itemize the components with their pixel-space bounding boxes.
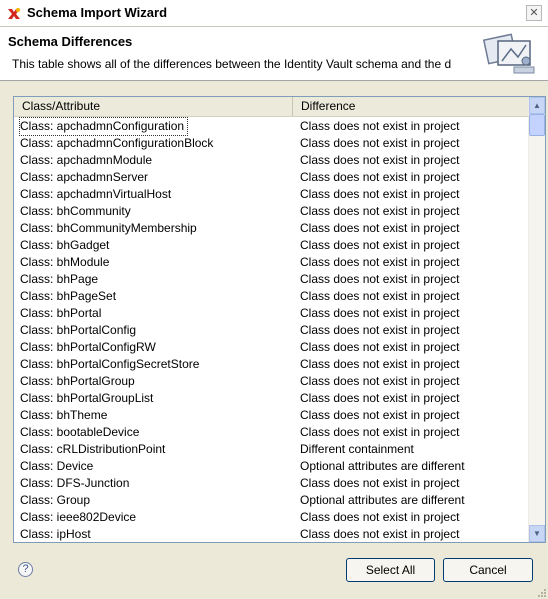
- class-attribute-cell: Class: apchadmnServer: [20, 170, 149, 184]
- difference-cell: Class does not exist in project: [300, 289, 460, 303]
- class-attribute-cell: Class: bhModule: [20, 255, 110, 269]
- close-icon[interactable]: ✕: [526, 5, 542, 21]
- difference-cell: Class does not exist in project: [300, 357, 460, 371]
- column-header-class-attribute[interactable]: Class/Attribute: [14, 97, 293, 116]
- difference-cell: Class does not exist in project: [300, 527, 460, 541]
- class-attribute-cell: Class: bhPageSet: [20, 289, 117, 303]
- class-attribute-cell: Class: cRLDistributionPoint: [20, 442, 166, 456]
- class-attribute-cell: Class: ieee802Device: [20, 510, 137, 524]
- differences-table[interactable]: Class/Attribute Difference Class: apchad…: [13, 96, 546, 543]
- table-row[interactable]: Class: Group Optional attributes are diff…: [14, 492, 528, 509]
- class-attribute-cell: Class: bhPortalConfigSecretStore: [20, 357, 200, 371]
- class-attribute-cell: Class: apchadmnModule: [20, 153, 153, 167]
- difference-cell: Class does not exist in project: [300, 425, 460, 439]
- table-row[interactable]: Class: bhPortalConfigRW Class does not ex…: [14, 339, 528, 356]
- scrollbar-thumb[interactable]: [529, 114, 545, 136]
- table-row[interactable]: Class: bhGadget Class does not exist in p…: [14, 237, 528, 254]
- table-row[interactable]: Class: ipHost Class does not exist in pro…: [14, 526, 528, 542]
- difference-cell: Class does not exist in project: [300, 476, 460, 490]
- cancel-button[interactable]: Cancel: [443, 558, 533, 582]
- class-attribute-cell: Class: apchadmnConfiguration: [18, 117, 189, 136]
- table-row[interactable]: Class: bhPortalConfig Class does not exis…: [14, 322, 528, 339]
- table-header: Class/Attribute Difference: [14, 97, 528, 117]
- difference-cell: Class does not exist in project: [300, 170, 460, 184]
- class-attribute-cell: Class: bootableDevice: [20, 425, 140, 439]
- class-attribute-cell: Class: ipHost: [20, 527, 91, 541]
- table-row[interactable]: Class: Device Optional attributes are dif…: [14, 458, 528, 475]
- table-row[interactable]: Class: apchadmnServer Class does not exis…: [14, 169, 528, 186]
- class-attribute-cell: Class: apchadmnVirtualHost: [20, 187, 172, 201]
- class-attribute-cell: Class: bhPortal: [20, 306, 102, 320]
- difference-cell: Class does not exist in project: [300, 391, 460, 405]
- class-attribute-cell: Class: bhCommunityMembership: [20, 221, 197, 235]
- table-row[interactable]: Class: bhTheme Class does not exist in pr…: [14, 407, 528, 424]
- help-icon[interactable]: ?: [18, 562, 33, 577]
- scroll-up-icon[interactable]: ▲: [529, 97, 545, 114]
- table-row[interactable]: Class: bhPortal Class does not exist in p…: [14, 305, 528, 322]
- difference-cell: Class does not exist in project: [300, 408, 460, 422]
- class-attribute-cell: Class: bhTheme: [20, 408, 108, 422]
- table-row[interactable]: Class: apchadmnVirtualHost Class does not…: [14, 186, 528, 203]
- table-row[interactable]: Class: apchadmnConfigurationBlock Class d…: [14, 135, 528, 152]
- scroll-down-icon[interactable]: ▼: [529, 525, 545, 542]
- difference-cell: Class does not exist in project: [300, 340, 460, 354]
- difference-cell: Class does not exist in project: [300, 306, 460, 320]
- class-attribute-cell: Class: bhGadget: [20, 238, 110, 252]
- class-attribute-cell: Class: Device: [20, 459, 94, 473]
- table-row[interactable]: Class: bhPage Class does not exist in pro…: [14, 271, 528, 288]
- table-row[interactable]: Class: ieee802Device Class does not exist…: [14, 509, 528, 526]
- column-header-difference[interactable]: Difference: [293, 97, 528, 116]
- page-description: This table shows all of the differences …: [12, 57, 452, 71]
- difference-cell: Class does not exist in project: [300, 272, 460, 286]
- wizard-app-icon: [8, 8, 20, 19]
- difference-cell: Class does not exist in project: [300, 204, 460, 218]
- table-row[interactable]: Class: bhCommunityMembership Class does n…: [14, 220, 528, 237]
- table-row[interactable]: Class: bhPortalConfigSecretStore Class do…: [14, 356, 528, 373]
- window-title: Schema Import Wizard: [27, 5, 168, 20]
- table-body: Class: apchadmnConfiguration Class does n…: [14, 117, 528, 542]
- table-row[interactable]: Class: cRLDistributionPoint Different con…: [14, 441, 528, 458]
- table-row[interactable]: Class: DFS-Junction Class does not exist …: [14, 475, 528, 492]
- table-row[interactable]: Class: bhPortalGroup Class does not exist…: [14, 373, 528, 390]
- class-attribute-cell: Class: bhPortalGroup: [20, 374, 135, 388]
- table-row[interactable]: Class: bhPortalGroupList Class does not e…: [14, 390, 528, 407]
- difference-cell: Class does not exist in project: [300, 187, 460, 201]
- select-all-button[interactable]: Select All: [346, 558, 435, 582]
- difference-cell: Class does not exist in project: [300, 153, 460, 167]
- table-row[interactable]: Class: bhPageSet Class does not exist in …: [14, 288, 528, 305]
- difference-cell: Class does not exist in project: [300, 255, 460, 269]
- table-row[interactable]: Class: bhModule Class does not exist in p…: [14, 254, 528, 271]
- class-attribute-cell: Class: Group: [20, 493, 91, 507]
- difference-cell: Class does not exist in project: [300, 119, 460, 133]
- class-attribute-cell: Class: apchadmnConfigurationBlock: [20, 136, 214, 150]
- schema-wizard-banner-icon: [482, 33, 535, 74]
- difference-cell: Class does not exist in project: [300, 136, 460, 150]
- difference-cell: Class does not exist in project: [300, 374, 460, 388]
- resize-grip-icon[interactable]: [536, 587, 546, 597]
- difference-cell: Optional attributes are different: [300, 459, 465, 473]
- class-attribute-cell: Class: bhPortalConfigRW: [20, 340, 156, 354]
- vertical-scrollbar[interactable]: ▲ ▼: [528, 97, 545, 542]
- difference-cell: Class does not exist in project: [300, 238, 460, 252]
- difference-cell: Class does not exist in project: [300, 510, 460, 524]
- class-attribute-cell: Class: bhPortalConfig: [20, 323, 137, 337]
- difference-cell: Class does not exist in project: [300, 221, 460, 235]
- class-attribute-cell: Class: bhPortalGroupList: [20, 391, 154, 405]
- difference-cell: Different containment: [300, 442, 414, 456]
- table-row[interactable]: Class: apchadmnConfiguration Class does n…: [14, 117, 528, 136]
- class-attribute-cell: Class: bhPage: [20, 272, 99, 286]
- wizard-header: Schema Differences This table shows all …: [0, 27, 548, 81]
- table-row[interactable]: Class: bhCommunity Class does not exist i…: [14, 203, 528, 220]
- difference-cell: Class does not exist in project: [300, 323, 460, 337]
- title-bar: Schema Import Wizard ✕: [0, 0, 548, 27]
- class-attribute-cell: Class: DFS-Junction: [20, 476, 130, 490]
- table-row[interactable]: Class: bootableDevice Class does not exis…: [14, 424, 528, 441]
- class-attribute-cell: Class: bhCommunity: [20, 204, 131, 218]
- table-row[interactable]: Class: apchadmnModule Class does not exis…: [14, 152, 528, 169]
- difference-cell: Optional attributes are different: [300, 493, 465, 507]
- page-title: Schema Differences: [8, 34, 133, 49]
